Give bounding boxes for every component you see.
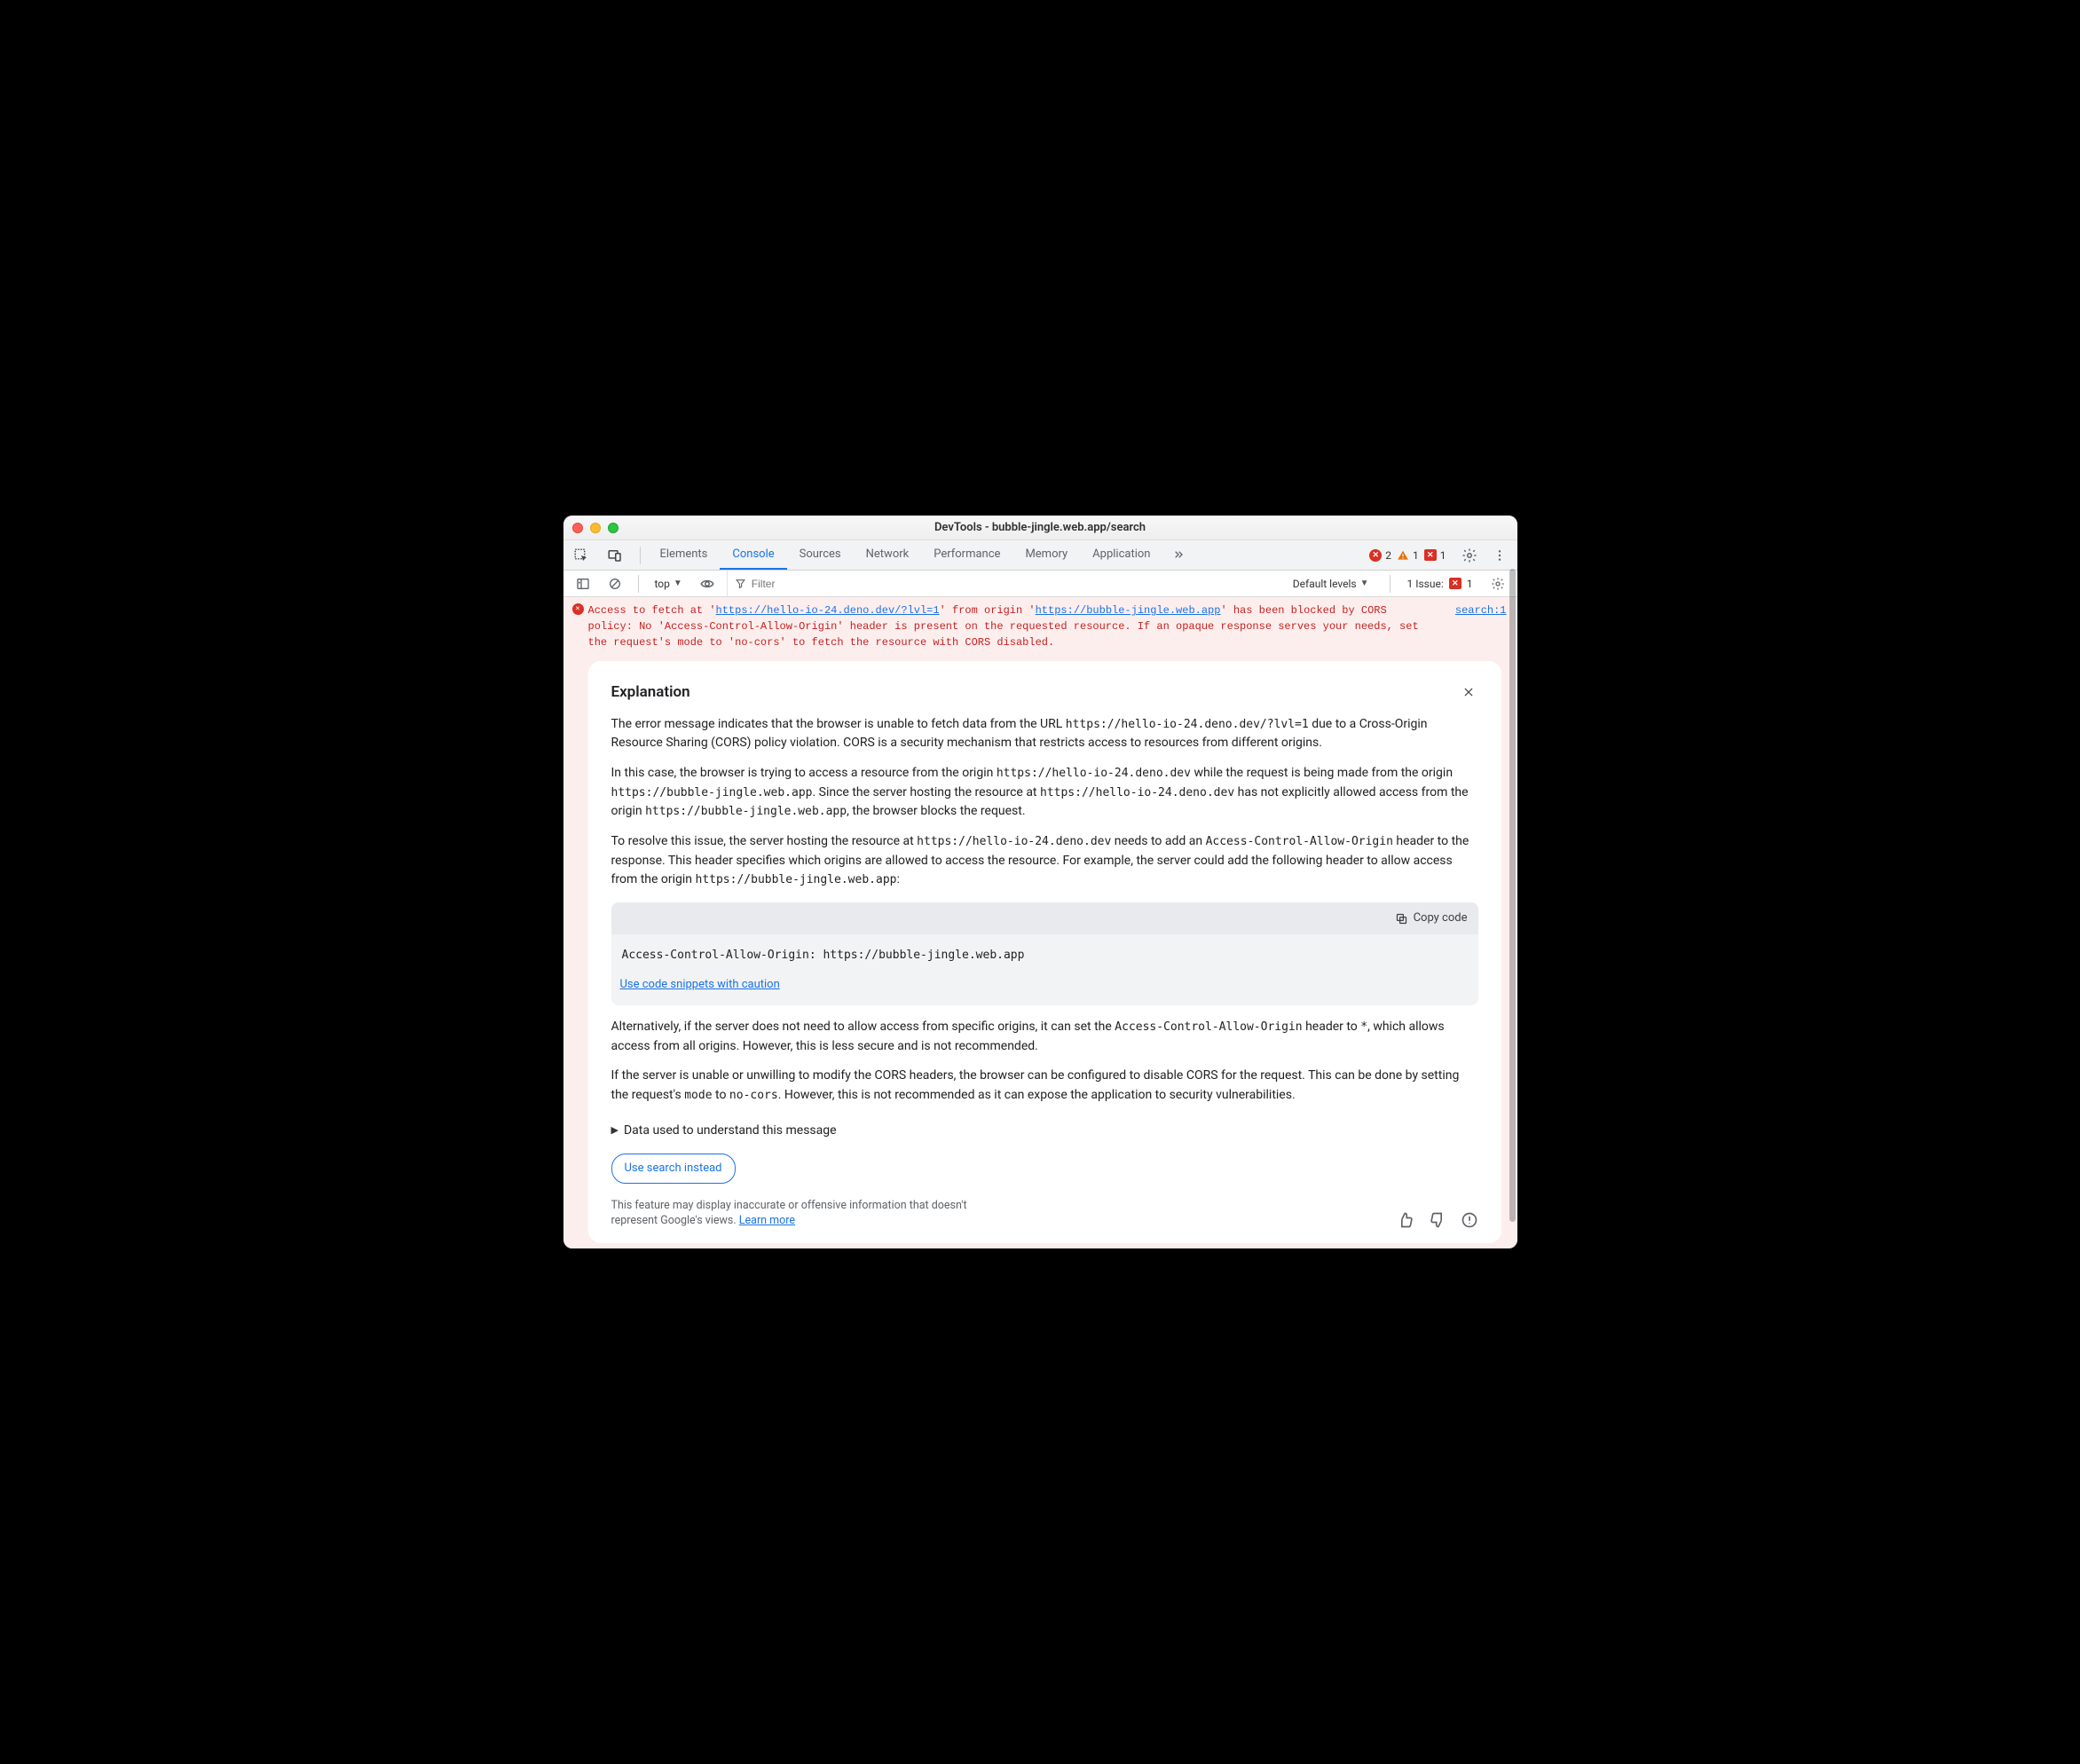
panel-tabs: Elements Console Sources Network Perform… bbox=[648, 540, 1195, 570]
report-icon[interactable] bbox=[1461, 1211, 1478, 1229]
more-tabs-icon[interactable] bbox=[1162, 540, 1194, 570]
copy-code-label: Copy code bbox=[1414, 910, 1468, 927]
zoom-window-icon[interactable] bbox=[608, 523, 618, 533]
warning-count[interactable]: 1 bbox=[1397, 549, 1419, 562]
inspect-element-icon[interactable] bbox=[569, 543, 594, 568]
blocked-count-value: 1 bbox=[1440, 549, 1446, 562]
filter-input[interactable] bbox=[752, 578, 876, 590]
devtools-window: DevTools - bubble-jingle.web.app/search … bbox=[563, 516, 1517, 1248]
blocked-count[interactable]: ✕ 1 bbox=[1424, 549, 1446, 562]
console-toolbar: top ▼ Default levels ▼ 1 Issue: ✕ 1 bbox=[563, 571, 1517, 597]
device-toolbar-icon[interactable] bbox=[603, 543, 627, 568]
scrollbar[interactable] bbox=[1509, 569, 1516, 1221]
warning-icon bbox=[1397, 549, 1409, 562]
error-source: search:1 bbox=[1455, 602, 1507, 650]
toggle-sidebar-icon[interactable] bbox=[571, 571, 595, 596]
chevron-down-icon: ▼ bbox=[1360, 579, 1369, 588]
console-body: ✕ Access to fetch at 'https://hello-io-2… bbox=[563, 597, 1517, 1248]
titlebar: DevTools - bubble-jingle.web.app/search bbox=[563, 516, 1517, 540]
tab-application[interactable]: Application bbox=[1080, 540, 1162, 570]
minimize-window-icon[interactable] bbox=[590, 523, 601, 533]
issues-label: 1 Issue: bbox=[1406, 578, 1443, 590]
use-search-instead-button[interactable]: Use search instead bbox=[611, 1154, 736, 1184]
kebab-menu-icon[interactable] bbox=[1487, 543, 1512, 568]
console-error-row[interactable]: ✕ Access to fetch at 'https://hello-io-2… bbox=[563, 597, 1517, 654]
explanation-paragraph: In this case, the browser is trying to a… bbox=[611, 764, 1478, 822]
levels-label: Default levels bbox=[1293, 578, 1357, 590]
thumbs-down-icon[interactable] bbox=[1429, 1211, 1446, 1229]
issues-count: 1 bbox=[1467, 578, 1473, 590]
tab-memory[interactable]: Memory bbox=[1012, 540, 1080, 570]
context-selector[interactable]: top ▼ bbox=[650, 578, 688, 590]
learn-more-link[interactable]: Learn more bbox=[739, 1214, 795, 1227]
thumbs-up-icon[interactable] bbox=[1397, 1211, 1414, 1229]
error-count-value: 2 bbox=[1385, 549, 1391, 562]
data-used-summary[interactable]: Data used to understand this message bbox=[611, 1122, 1478, 1141]
filter-icon bbox=[735, 578, 746, 589]
warning-count-value: 1 bbox=[1413, 549, 1419, 562]
explanation-paragraph: To resolve this issue, the server hostin… bbox=[611, 832, 1478, 890]
divider bbox=[1390, 575, 1391, 593]
error-count[interactable]: ✕ 2 bbox=[1369, 549, 1391, 562]
filter-box[interactable] bbox=[727, 571, 883, 596]
window-title: DevTools - bubble-jingle.web.app/search bbox=[563, 521, 1517, 534]
issues-indicator[interactable]: 1 Issue: ✕ 1 bbox=[1406, 578, 1472, 590]
error-message: Access to fetch at 'https://hello-io-24.… bbox=[588, 602, 1438, 650]
live-expression-icon[interactable] bbox=[695, 571, 720, 596]
source-link[interactable]: search:1 bbox=[1455, 604, 1507, 617]
blocked-icon: ✕ bbox=[1424, 549, 1437, 561]
card-title: Explanation bbox=[611, 681, 690, 704]
close-icon[interactable] bbox=[1459, 682, 1478, 702]
copy-icon bbox=[1395, 912, 1408, 925]
window-controls bbox=[572, 523, 618, 533]
code-content: Access-Control-Allow-Origin: https://bub… bbox=[611, 934, 1478, 968]
caution-link[interactable]: Use code snippets with caution bbox=[620, 978, 780, 991]
explanation-paragraph: If the server is unable or unwilling to … bbox=[611, 1067, 1478, 1105]
divider bbox=[638, 575, 639, 593]
tab-console[interactable]: Console bbox=[720, 540, 786, 570]
main-tabs-row: Elements Console Sources Network Perform… bbox=[563, 540, 1517, 571]
explanation-card: Explanation The error message indicates … bbox=[588, 661, 1501, 1242]
tab-performance[interactable]: Performance bbox=[921, 540, 1012, 570]
copy-code-button[interactable]: Copy code bbox=[611, 902, 1478, 934]
chevron-down-icon: ▼ bbox=[674, 579, 682, 588]
tab-network[interactable]: Network bbox=[854, 540, 922, 570]
disclaimer-text: This feature may display inaccurate or o… bbox=[611, 1198, 993, 1229]
error-icon: ✕ bbox=[1369, 549, 1382, 562]
code-block: Copy code Access-Control-Allow-Origin: h… bbox=[611, 902, 1478, 1005]
settings-icon[interactable] bbox=[1457, 543, 1482, 568]
tab-sources[interactable]: Sources bbox=[787, 540, 854, 570]
console-settings-icon[interactable] bbox=[1485, 571, 1510, 596]
divider bbox=[640, 547, 641, 564]
data-used-disclosure[interactable]: Data used to understand this message bbox=[611, 1122, 1478, 1141]
close-window-icon[interactable] bbox=[572, 523, 583, 533]
error-icon: ✕ bbox=[572, 603, 584, 615]
error-url-link[interactable]: https://hello-io-24.deno.dev/?lvl=1 bbox=[716, 604, 940, 617]
clear-console-icon[interactable] bbox=[603, 571, 627, 596]
explanation-paragraph: Alternatively, if the server does not ne… bbox=[611, 1018, 1478, 1056]
explanation-paragraph: The error message indicates that the bro… bbox=[611, 715, 1478, 753]
issues-icon: ✕ bbox=[1449, 578, 1462, 589]
error-origin-link[interactable]: https://bubble-jingle.web.app bbox=[1036, 604, 1221, 617]
tab-elements[interactable]: Elements bbox=[648, 540, 721, 570]
context-label: top bbox=[655, 578, 670, 590]
log-levels-selector[interactable]: Default levels ▼ bbox=[1288, 578, 1375, 590]
